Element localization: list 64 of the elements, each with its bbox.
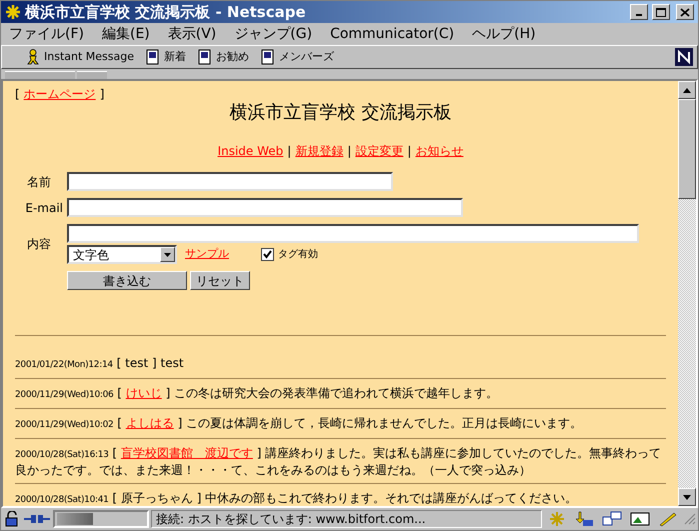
post-text: 2000/10/28(Sat)16:13 [ 盲学校図書館 渡辺です ] 講座終わりました。実は私も講座に参加していたのでした。無事終わって良かったです。では、また来週！・・・て、これをみるのはもう来週だね。（一人で突っ込み）	[15, 446, 662, 478]
close-icon	[680, 8, 690, 16]
post-text: 2000/11/29(Wed)10:06 [ けいじ ] この冬は研究大会の発表準備で追われて横浜で越年します。	[15, 386, 500, 402]
menu-item[interactable]: Communicator(C)	[330, 24, 454, 44]
toolbar-button[interactable]: Instant Message	[26, 48, 134, 66]
close-button[interactable]	[676, 4, 694, 20]
field-label: 名前	[26, 174, 52, 190]
down-arrow-icon	[683, 494, 691, 500]
author-name: test	[125, 356, 148, 370]
vertical-scrollbar[interactable]	[678, 81, 696, 506]
bracket: ]	[100, 86, 104, 103]
separator: |	[347, 143, 352, 160]
field-label: 内容	[26, 236, 52, 253]
scroll-up-button[interactable]	[678, 81, 696, 99]
status-text: 接続: ホストを探しています: www.bitfort.com...	[151, 510, 542, 528]
bracket: [	[15, 86, 20, 103]
resize-grip-icon[interactable]	[684, 513, 696, 525]
post-text: 2000/10/28(Sat)10:41 [ 原子っちゃん ] 中休みの部もこれで終わります。それでは講座がんばってください。	[15, 491, 578, 506]
chat-icon[interactable]	[602, 511, 622, 527]
menu-item[interactable]: ファイル(F)	[9, 24, 84, 44]
tag-checkbox[interactable]	[261, 248, 274, 261]
menu-item[interactable]: ヘルプ(H)	[472, 24, 536, 44]
document-icon	[146, 49, 160, 65]
minimize-button[interactable]	[630, 4, 648, 20]
toolbar-button[interactable]: お勧め	[198, 48, 249, 66]
author-name: 原子っちゃん	[120, 491, 193, 505]
picture-icon[interactable]	[630, 511, 650, 527]
dropdown-arrow-icon	[164, 252, 171, 256]
up-arrow-icon	[683, 88, 691, 92]
mail-icon[interactable]	[574, 511, 594, 527]
reset-button[interactable]: リセット	[190, 271, 250, 290]
separator: |	[407, 143, 412, 160]
document-icon	[261, 49, 275, 65]
maximize-button[interactable]	[652, 4, 670, 20]
scroll-thumb[interactable]	[678, 99, 696, 199]
checkmark-icon	[263, 250, 272, 259]
menu-item[interactable]: 編集(E)	[102, 24, 150, 44]
netscape-logo-icon[interactable]	[675, 48, 693, 66]
app-logo-icon	[5, 4, 21, 20]
toolbar-grip[interactable]	[77, 71, 107, 79]
minimize-icon	[636, 14, 642, 16]
submit-button[interactable]: 書き込む	[67, 271, 187, 290]
menu-item[interactable]: ジャンプ(G)	[234, 24, 312, 44]
color-select[interactable]: 文字色	[67, 245, 177, 264]
scroll-down-button[interactable]	[678, 488, 696, 506]
page-heading: 横浜市立盲学校 交流掲示板	[230, 101, 452, 125]
window-title: 横浜市立盲学校 交流掲示板 - Netscape	[25, 2, 306, 23]
busy-indicator-icon	[57, 513, 93, 525]
field-label: E-mail	[24, 200, 63, 216]
separator: |	[287, 143, 292, 160]
person-icon	[26, 49, 40, 65]
maximize-icon	[656, 8, 666, 16]
toolbar-grip[interactable]	[5, 71, 75, 79]
checkbox-label: タグ有効	[278, 248, 318, 262]
menu-item[interactable]: 表示(V)	[168, 24, 216, 44]
post-text: 2000/11/29(Wed)10:02 [ よしはる ] この夏は体調を崩して，長崎に帰れませんでした。正月は長崎にいます。	[15, 416, 584, 432]
toolbar-button[interactable]: メンバーズ	[261, 48, 334, 66]
name-input[interactable]	[67, 172, 393, 191]
content-input[interactable]	[67, 224, 639, 243]
email-input[interactable]	[67, 198, 463, 217]
toolbar-button[interactable]: 新着	[146, 48, 186, 66]
pen-icon[interactable]	[658, 511, 678, 527]
document-icon	[198, 49, 212, 65]
post-text: 2001/01/22(Mon)12:14 [ test ] test	[15, 356, 185, 372]
